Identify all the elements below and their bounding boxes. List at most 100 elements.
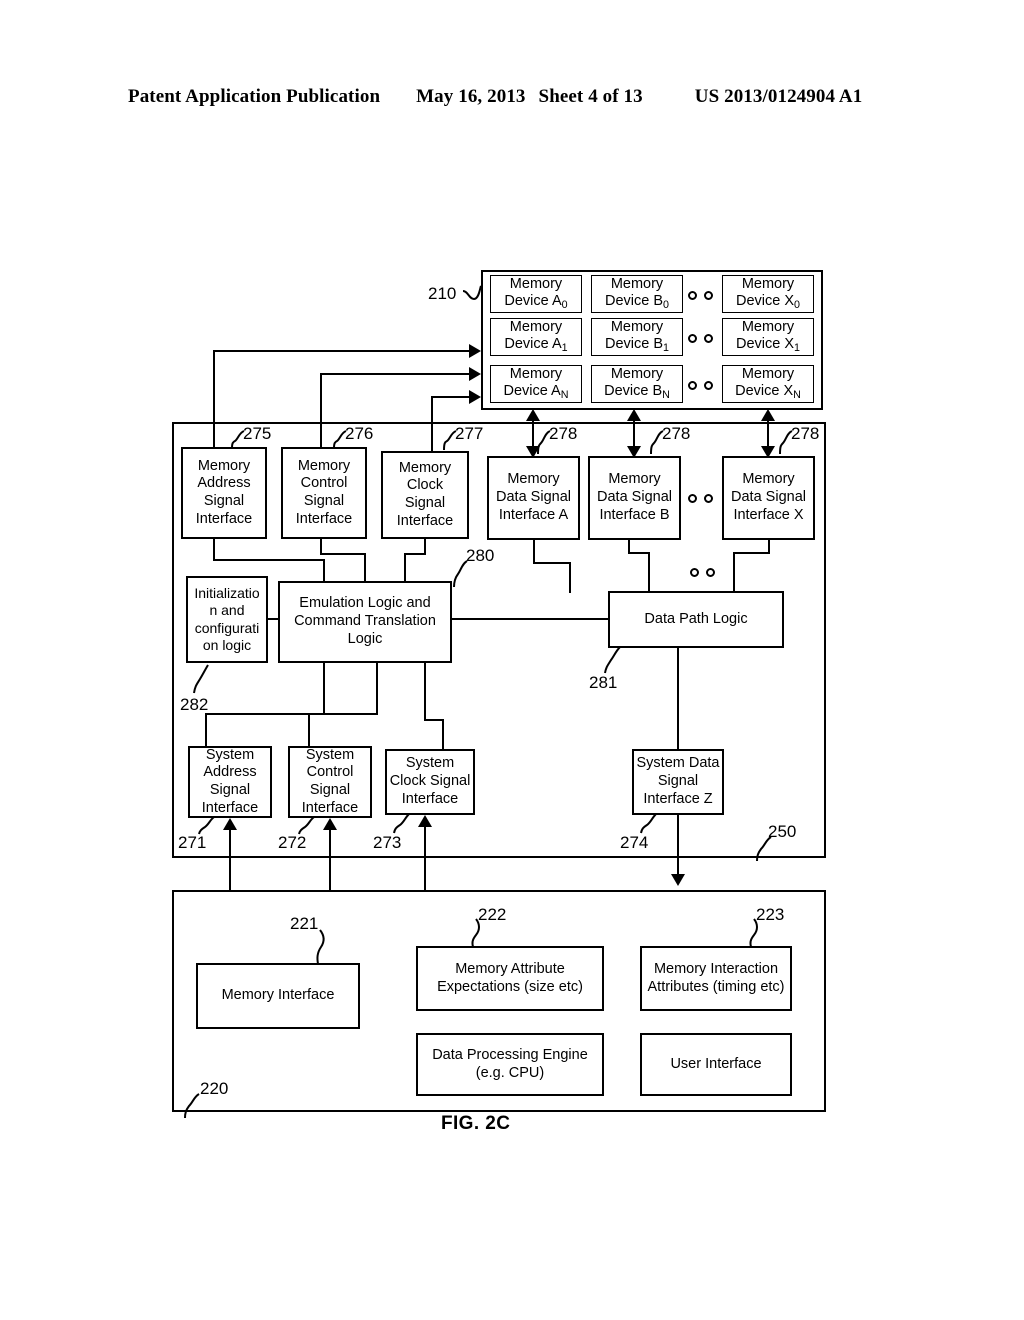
memory-device-xn: Memory Device XN	[722, 365, 814, 403]
mem-addr-to-emu-v2	[323, 559, 325, 583]
data-link-x-arrow-up	[761, 409, 775, 421]
ref-280: 280	[466, 546, 495, 565]
emu-to-sys-ctrl-v1	[376, 663, 378, 715]
data-processing-engine-label: Data Processing Engine (e.g. CPU)	[432, 1046, 588, 1081]
initialization-and-configuration-logic: Initializatio n and configurati on logic	[186, 576, 268, 663]
memory-clock-signal-interface: Memory Clock Signal Interface	[381, 451, 469, 539]
memory-device-xn-label: Memory Device XN	[735, 365, 801, 402]
memory-address-signal-interface: Memory Address Signal Interface	[181, 447, 267, 539]
memory-interface-block: Memory Interface	[196, 963, 360, 1029]
ref-278-a: 278	[549, 424, 578, 443]
memory-device-x0: Memory Device X0	[722, 275, 814, 313]
memory-device-x1: Memory Device X1	[722, 318, 814, 356]
memory-device-b0: Memory Device B0	[591, 275, 683, 313]
memory-address-signal-interface-label: Memory Address Signal Interface	[195, 457, 253, 527]
addr-route-v	[213, 350, 215, 448]
dpl-to-sysdata-link	[677, 648, 679, 749]
data-path-logic: Data Path Logic	[608, 591, 784, 648]
system-clock-signal-interface-label: System Clock Signal Interface	[389, 755, 471, 807]
ref-210-leader	[462, 285, 482, 301]
host-to-sys-ctrl-arrow	[323, 818, 337, 830]
emu-to-sys-ctrl-h	[308, 713, 378, 715]
memory-interaction-attributes-block: Memory Interaction Attributes (timing et…	[640, 946, 792, 1011]
memory-device-bn-label: Memory Device BN	[604, 365, 670, 402]
ref-281: 281	[589, 673, 618, 692]
system-clock-signal-interface: System Clock Signal Interface	[385, 749, 475, 815]
memory-device-x0-label: Memory Device X0	[736, 275, 800, 312]
emulation-logic-label: Emulation Logic and Command Translation …	[294, 595, 436, 647]
emu-to-sys-addr-h	[205, 713, 325, 715]
data-link-b-arrow-up	[627, 409, 641, 421]
memory-row1-ellipsis	[688, 334, 713, 343]
user-interface-label: User Interface	[670, 1055, 762, 1072]
ref-276: 276	[345, 424, 374, 443]
memory-device-a0: Memory Device A0	[490, 275, 582, 313]
ref-278-x: 278	[791, 424, 820, 443]
emu-to-sys-addr-v1	[323, 663, 325, 715]
memory-device-an-label: Memory Device AN	[503, 365, 569, 402]
sysdata-to-host-line	[677, 815, 679, 878]
dsia-to-dpl-h	[533, 562, 571, 564]
memory-attribute-expectations-block: Memory Attribute Expectations (size etc)	[416, 946, 604, 1011]
datapath-input-ellipsis	[690, 568, 715, 577]
ref-274-leader	[640, 813, 657, 834]
sysdata-to-host-arrow	[671, 874, 685, 886]
ref-220-leader	[184, 1093, 200, 1119]
emu-to-sys-clk-v2	[442, 719, 444, 749]
figure-caption: FIG. 2C	[441, 1113, 511, 1134]
dsia-to-dpl-v1	[533, 540, 535, 564]
memory-data-signal-interface-b: Memory Data Signal Interface B	[588, 456, 681, 540]
clk-route-v	[431, 396, 433, 452]
emulation-to-datapath-link	[452, 618, 610, 620]
ref-272: 272	[278, 833, 307, 852]
user-interface-block: User Interface	[640, 1033, 792, 1096]
clk-route-h	[431, 396, 471, 398]
ref-281-leader	[604, 646, 621, 674]
ref-273: 273	[373, 833, 402, 852]
ctrl-route-v	[320, 373, 322, 448]
ref-273-leader	[393, 813, 410, 834]
ref-271: 271	[178, 833, 207, 852]
memory-row0-ellipsis	[688, 291, 713, 300]
ref-277: 277	[455, 424, 484, 443]
ref-282: 282	[180, 695, 209, 714]
dsix-to-dpl-v2	[733, 552, 735, 593]
system-address-signal-interface: System Address Signal Interface	[188, 746, 272, 818]
memory-control-signal-interface-label: Memory Control Signal Interface	[295, 457, 353, 527]
ref-220: 220	[200, 1079, 229, 1098]
memory-data-signal-interface-a-label: Memory Data Signal Interface A	[496, 471, 571, 523]
memory-device-a1-label: Memory Device A1	[504, 318, 568, 355]
ref-210: 210	[428, 284, 457, 303]
host-to-sys-clk-riser	[424, 827, 426, 890]
mem-clk-to-emu-h	[404, 553, 426, 555]
memory-data-signal-interface-x-label: Memory Data Signal Interface X	[731, 471, 806, 523]
system-address-signal-interface-label: System Address Signal Interface	[201, 746, 259, 816]
memory-device-a0-label: Memory Device A0	[504, 275, 568, 312]
ref-221-leader	[316, 929, 325, 965]
mem-ctrl-to-emu-h	[320, 553, 366, 555]
memory-data-signal-interface-b-label: Memory Data Signal Interface B	[597, 471, 672, 523]
memory-device-b1: Memory Device B1	[591, 318, 683, 356]
ref-221: 221	[290, 914, 319, 933]
ctrl-route-arrow	[469, 367, 481, 381]
dsia-to-dpl-v2	[569, 562, 571, 593]
system-data-signal-interface-z: System Data Signal Interface Z	[632, 749, 724, 815]
data-processing-engine-block: Data Processing Engine (e.g. CPU)	[416, 1033, 604, 1096]
emu-to-sys-clk-h	[424, 719, 444, 721]
memory-device-an: Memory Device AN	[490, 365, 582, 403]
ref-275: 275	[243, 424, 272, 443]
memory-clock-signal-interface-label: Memory Clock Signal Interface	[396, 459, 454, 529]
memory-device-b1-label: Memory Device B1	[605, 318, 669, 355]
emu-to-sys-addr-v2	[205, 713, 207, 746]
memory-attribute-expectations-label: Memory Attribute Expectations (size etc)	[437, 960, 583, 995]
system-control-signal-interface-label: System Control Signal Interface	[301, 746, 359, 816]
memory-device-x1-label: Memory Device X1	[736, 318, 800, 355]
memory-data-interface-ellipsis	[688, 494, 713, 503]
mem-ctrl-to-emu-v2	[364, 553, 366, 583]
ref-223: 223	[756, 905, 785, 924]
ctrl-route-h	[320, 373, 471, 375]
ref-274: 274	[620, 833, 649, 852]
emu-to-sys-clk-v1	[424, 663, 426, 721]
addr-route-h	[213, 350, 471, 352]
system-data-signal-interface-z-label: System Data Signal Interface Z	[636, 755, 720, 807]
